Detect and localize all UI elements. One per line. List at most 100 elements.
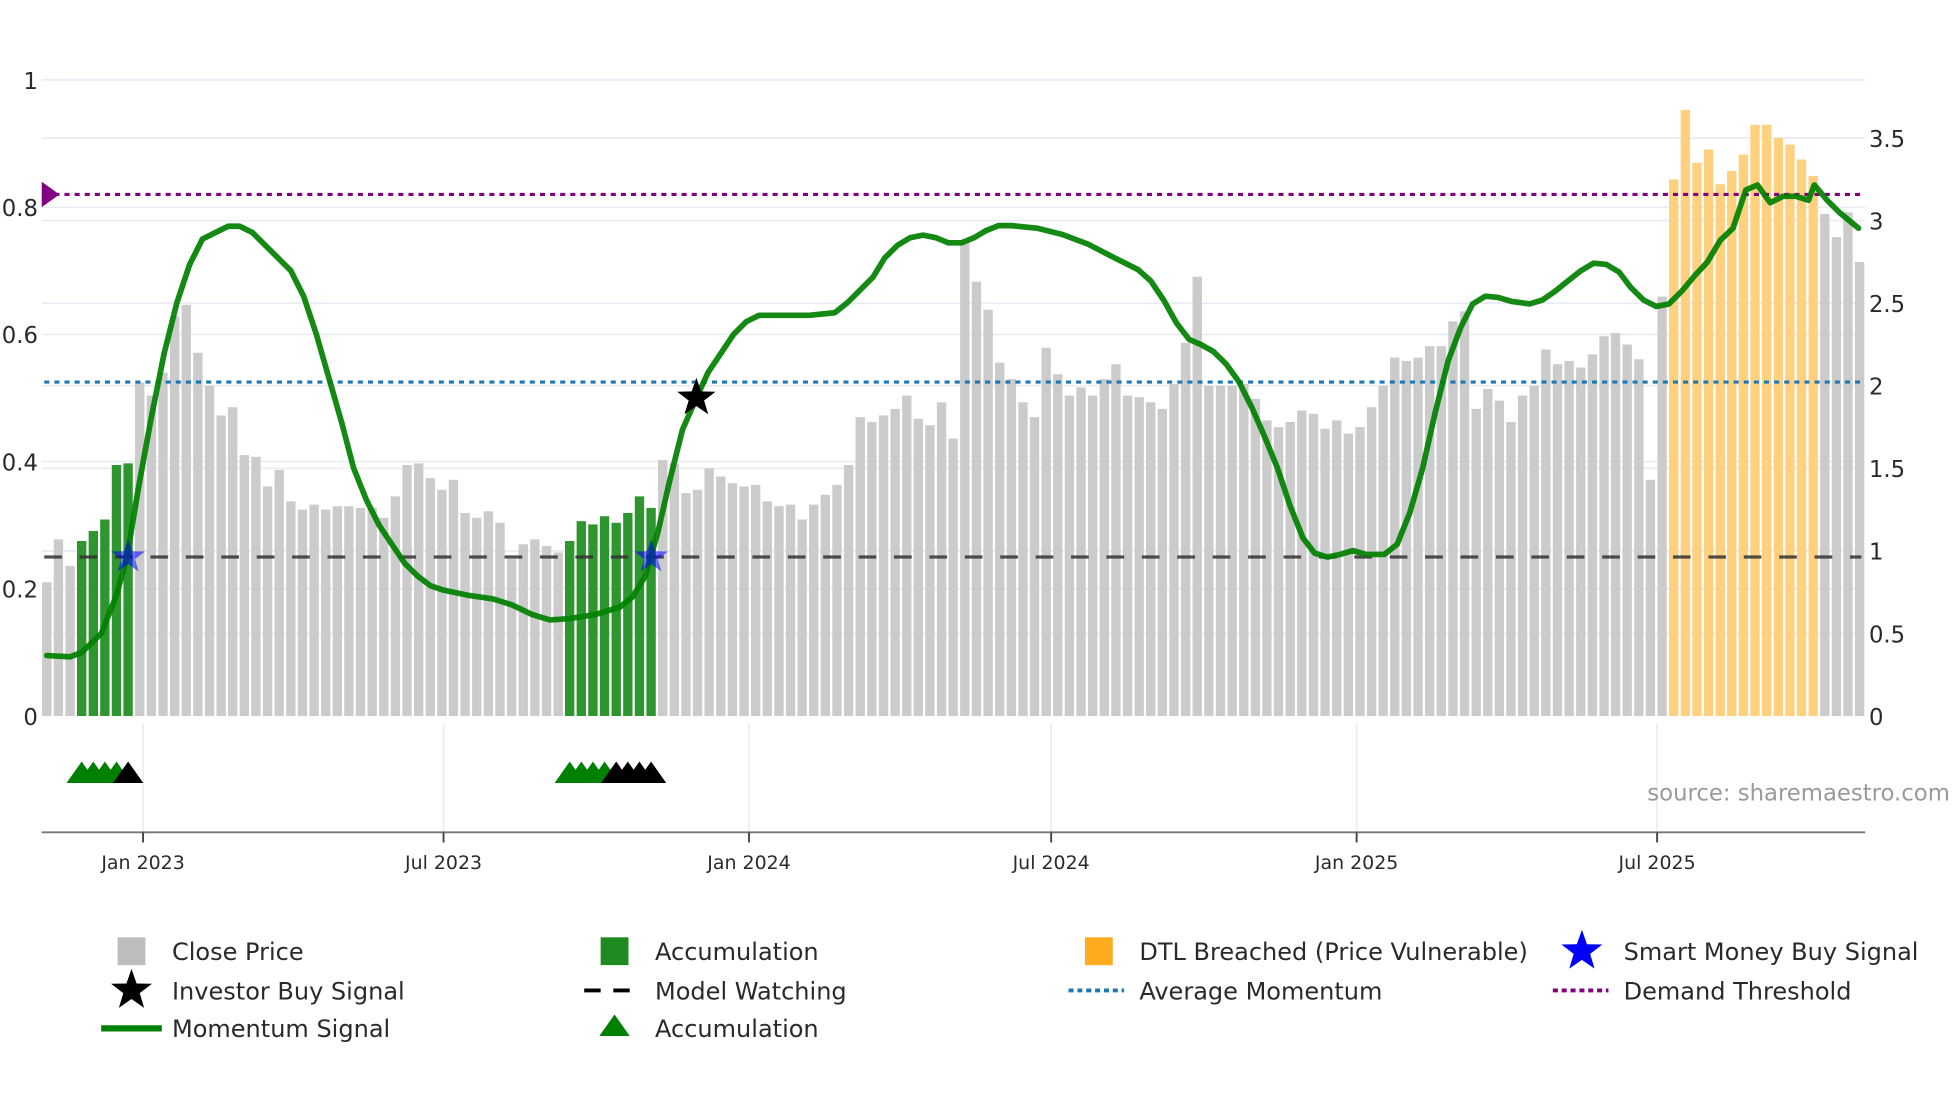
close-price-bar xyxy=(832,484,842,717)
close-price-bar xyxy=(936,402,947,717)
close-price-bar xyxy=(1180,342,1191,717)
close-price-bar xyxy=(797,519,807,717)
close-price-bar xyxy=(344,506,354,717)
close-price-bar xyxy=(286,501,296,717)
right-axis-tick-label: 1.5 xyxy=(1869,457,1905,483)
close-price-bar xyxy=(1308,413,1319,717)
close-price-bar xyxy=(704,468,714,717)
legend-close-price-swatch xyxy=(117,937,146,966)
accumulation-bar xyxy=(77,541,87,717)
close-price-bar xyxy=(1018,402,1028,717)
close-price-bar xyxy=(1831,237,1842,717)
close-price-bar xyxy=(1854,261,1865,717)
close-price-bar xyxy=(460,512,470,717)
close-price-bar xyxy=(1285,422,1295,717)
left-axis-tick-label: 0.8 xyxy=(2,196,38,222)
close-price-bar xyxy=(739,486,749,717)
x-axis-tick-label: Jan 2023 xyxy=(100,852,184,874)
close-price-bar xyxy=(1227,385,1237,717)
legend-dtl-swatch xyxy=(1084,937,1113,966)
close-price-bar xyxy=(1006,379,1017,717)
dtl-breached-bar xyxy=(1715,184,1725,717)
close-price-bar xyxy=(1622,344,1632,717)
close-price-bar xyxy=(1483,389,1493,717)
close-price-bar xyxy=(1087,395,1098,717)
close-price-bar xyxy=(193,352,203,717)
close-price-bar xyxy=(1146,402,1156,717)
close-price-bars xyxy=(42,109,1865,717)
accumulation-bar xyxy=(634,496,645,717)
right-axis-tick-label: 0 xyxy=(1869,705,1883,731)
close-price-bar xyxy=(65,565,75,717)
close-price-bar xyxy=(158,372,168,717)
close-price-bar xyxy=(681,493,691,717)
close-price-bar xyxy=(1122,395,1133,717)
close-price-bar xyxy=(1599,336,1609,717)
close-price-bar xyxy=(169,316,180,717)
dtl-breached-bar xyxy=(1738,154,1749,717)
close-price-bar xyxy=(1262,420,1272,717)
momentum-chart: 0 0.2 0.4 0.6 0.8 1 0 0.5 1 1.5 2 2.5 3 3.5 Jan 2023 Ju… xyxy=(2,69,1950,1043)
close-price-bar xyxy=(448,479,459,717)
close-price-bar xyxy=(762,501,772,717)
accumulation-bar xyxy=(564,541,575,717)
close-price-bar xyxy=(227,407,238,717)
close-price-bar xyxy=(855,417,865,717)
close-price-bar xyxy=(1297,410,1307,717)
close-price-bar xyxy=(1820,214,1830,717)
close-price-bar xyxy=(774,506,784,717)
close-price-bar xyxy=(553,552,563,717)
close-price-bar xyxy=(425,478,435,717)
close-price-bar xyxy=(541,545,552,717)
accumulation-bar xyxy=(588,524,598,717)
close-price-bar xyxy=(135,382,145,717)
close-price-bar xyxy=(379,517,389,717)
left-axis-tick-label: 0.2 xyxy=(2,578,38,604)
left-axis-tick-label: 0.4 xyxy=(2,450,38,476)
right-axis-tick-label: 3 xyxy=(1869,209,1883,235)
close-price-bar xyxy=(716,476,726,717)
dtl-breached-bar xyxy=(1773,138,1783,717)
close-price-bar xyxy=(1332,420,1342,717)
legend-investor-buy: Investor Buy Signal xyxy=(172,977,405,1005)
close-price-bar xyxy=(925,425,935,717)
close-price-bar xyxy=(727,483,738,717)
close-price-bar xyxy=(1645,479,1656,717)
close-price-bar xyxy=(1552,364,1563,717)
close-price-bar xyxy=(506,559,517,717)
close-price-bar xyxy=(390,496,401,717)
close-price-bar xyxy=(971,281,982,717)
close-price-bar xyxy=(692,489,703,717)
close-price-bar xyxy=(890,408,900,717)
close-price-bar xyxy=(1320,428,1330,717)
demand-threshold-marker xyxy=(41,181,60,208)
accumulation-bar xyxy=(599,516,610,717)
close-price-bar xyxy=(913,418,923,717)
close-price-bar xyxy=(472,517,482,717)
dtl-breached-bar xyxy=(1796,159,1807,717)
legend-model-watching: Model Watching xyxy=(655,977,847,1005)
triangle-icon xyxy=(599,1014,630,1036)
close-price-bar xyxy=(262,486,273,717)
close-price-bar xyxy=(1215,385,1226,717)
legend-accumulation-swatch xyxy=(600,937,629,966)
close-price-bar xyxy=(1204,385,1214,717)
dtl-breached-bar xyxy=(1785,144,1795,717)
close-price-bar xyxy=(1564,360,1574,717)
close-price-bar xyxy=(1471,408,1481,717)
close-price-bar xyxy=(960,240,970,717)
close-price-bar xyxy=(785,504,796,717)
close-price-bar xyxy=(867,422,877,717)
close-price-bar xyxy=(1041,347,1051,717)
close-price-bar xyxy=(204,385,215,717)
close-price-bar xyxy=(1099,379,1109,717)
legend: Close Price Accumulation DTL Breached (P… xyxy=(101,929,1918,1043)
dtl-breached-bar xyxy=(1669,179,1679,717)
close-price-bar xyxy=(1029,417,1040,717)
left-axis-tick-label: 0 xyxy=(23,705,37,731)
legend-average-momentum: Average Momentum xyxy=(1139,977,1382,1005)
close-price-bar xyxy=(414,463,424,717)
close-price-bar xyxy=(1506,422,1516,717)
close-price-bar xyxy=(367,507,377,717)
x-axis-tick-label: Jan 2024 xyxy=(706,852,790,874)
